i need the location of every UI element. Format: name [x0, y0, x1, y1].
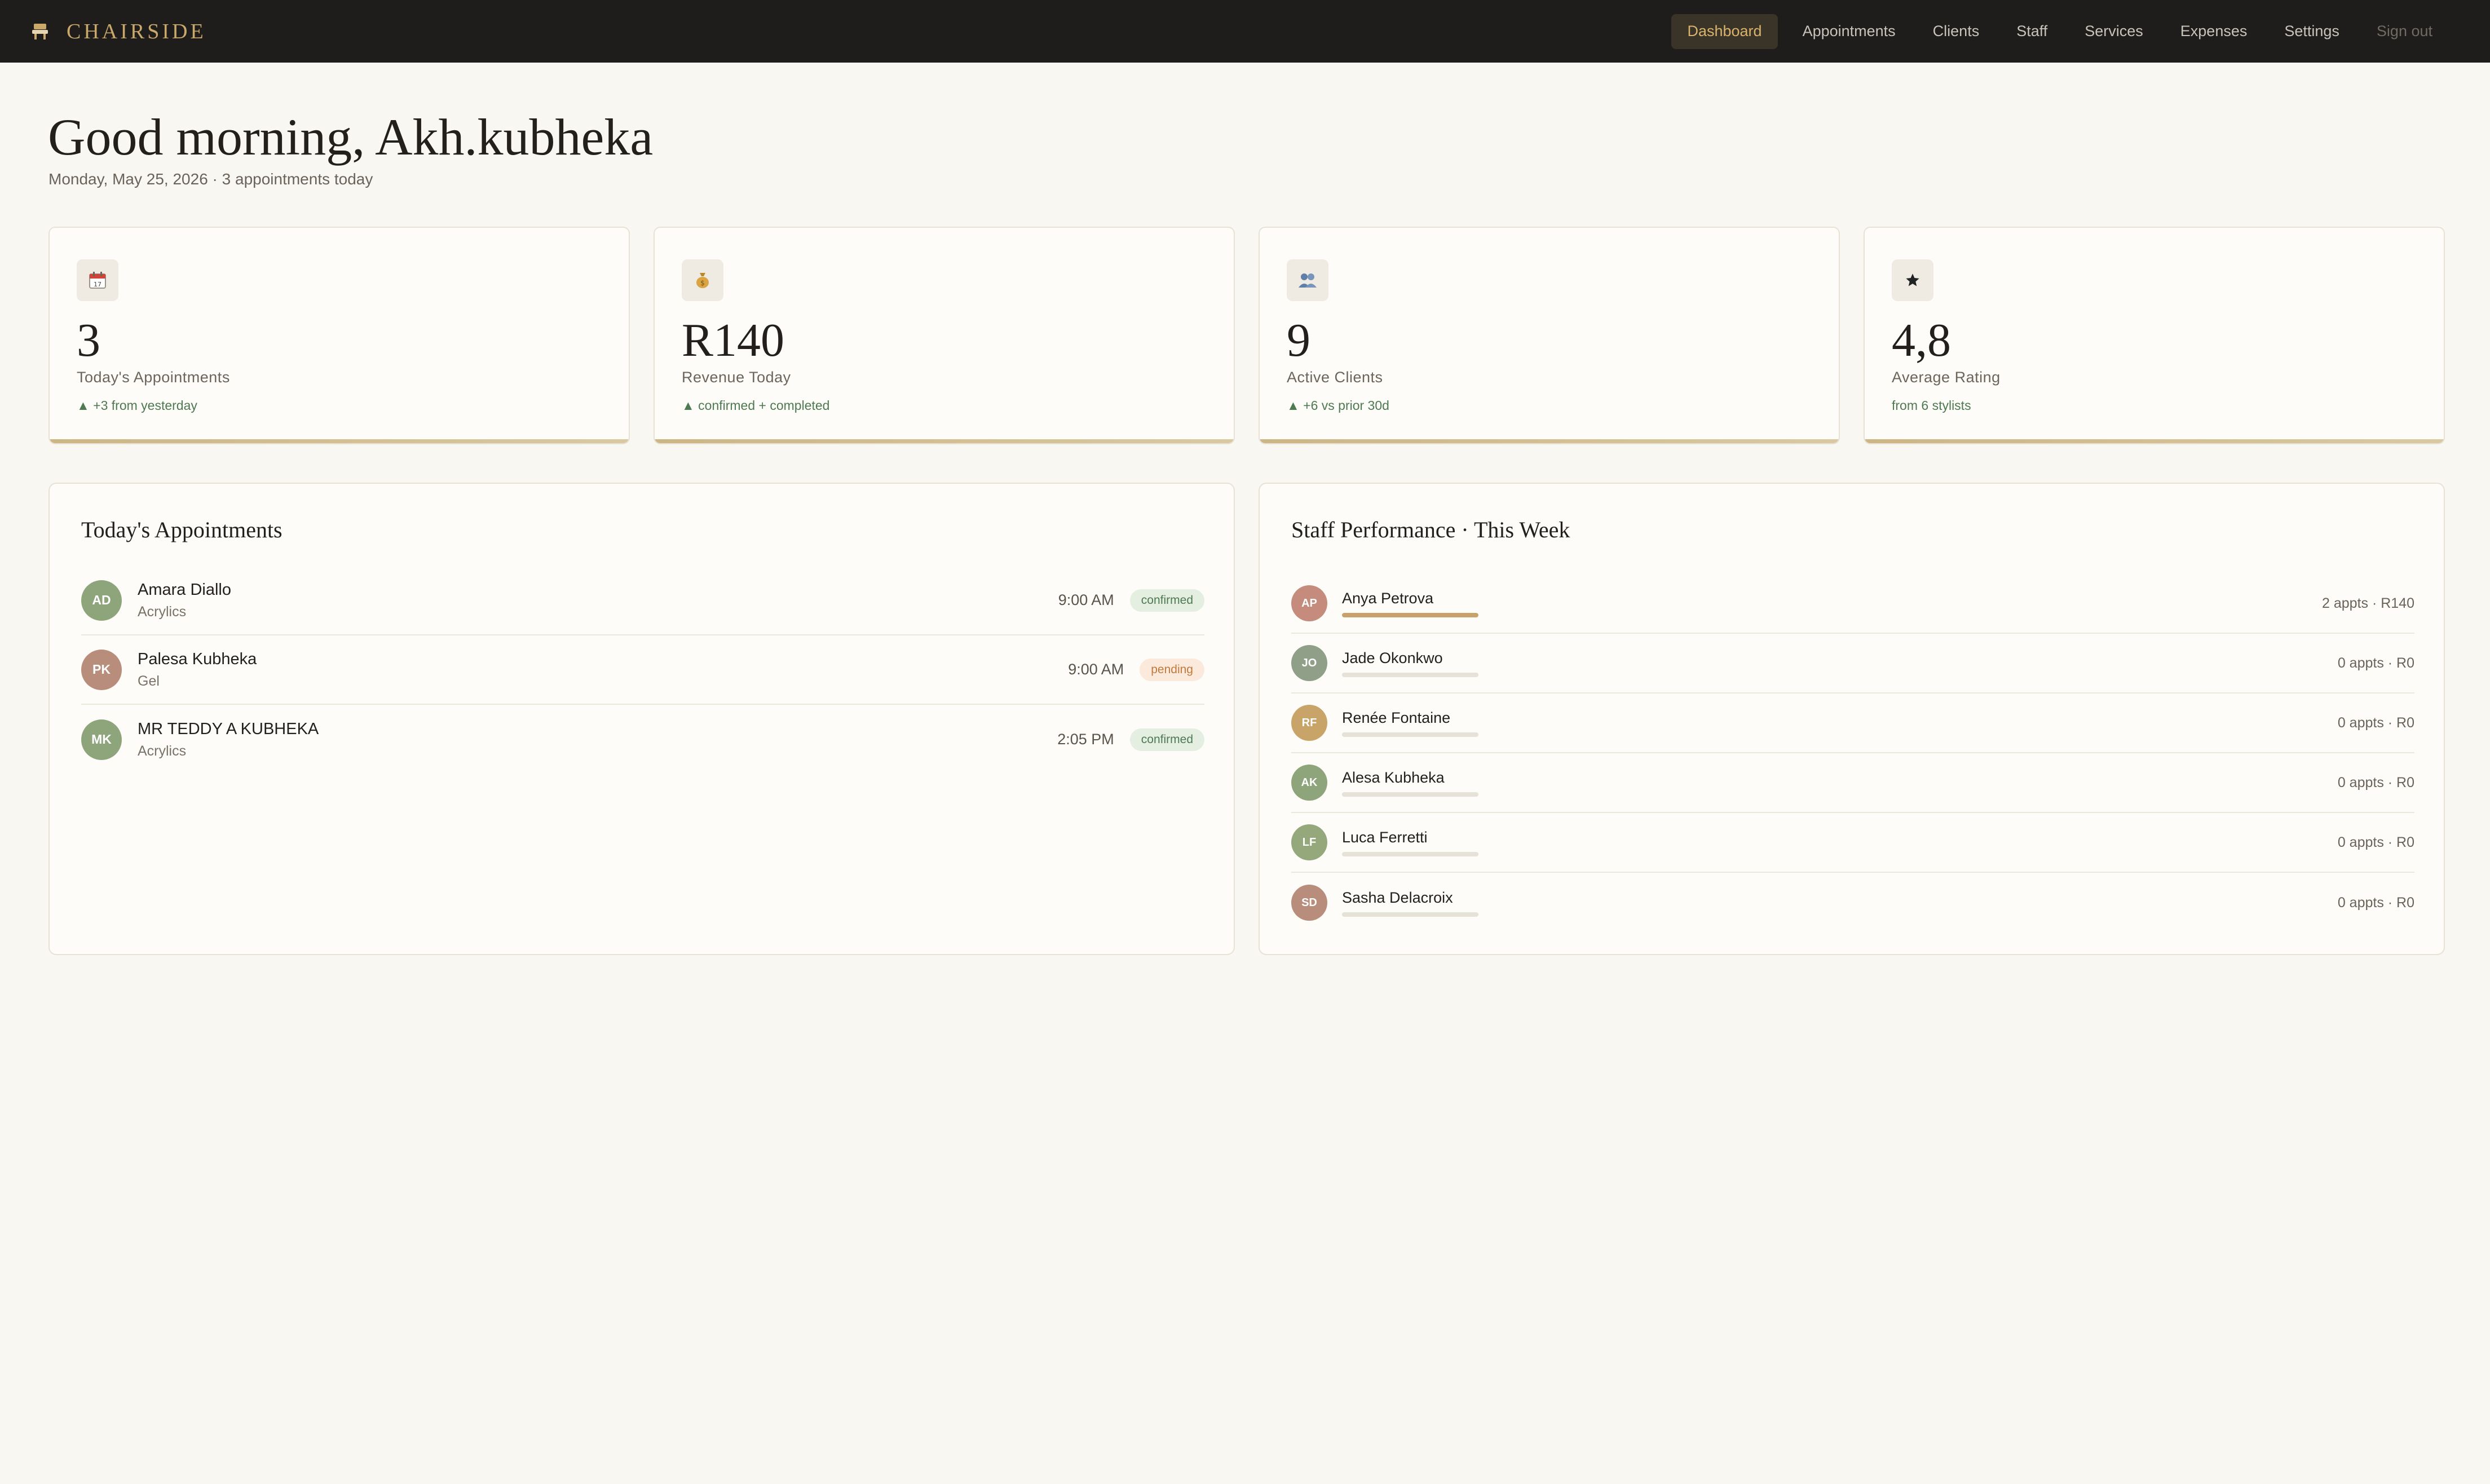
page-title: Good morning, Akh.kubheka — [48, 108, 654, 166]
staff-avatar: JO — [1291, 645, 1327, 681]
staff-performance-panel: Staff Performance · This Week AP Anya Pe… — [1259, 483, 2445, 955]
date-summary: Monday, May 25, 2026 · 3 appointments to… — [48, 170, 373, 188]
staff-name: Anya Petrova — [1342, 589, 1434, 607]
service-name: Acrylics — [138, 743, 187, 759]
nav-appointments[interactable]: Appointments — [1785, 14, 1914, 49]
staff-list: AP Anya Petrova 2 appts · R140 JO Jade O… — [1291, 574, 2414, 933]
staff-row[interactable]: JO Jade Okonkwo 0 appts · R0 — [1291, 634, 2414, 694]
status-badge: pending — [1140, 658, 1204, 681]
client-avatar: PK — [81, 649, 122, 690]
staff-avatar: AK — [1291, 765, 1327, 801]
staff-stat: 0 appts · R0 — [2337, 714, 2414, 731]
staff-stat: 0 appts · R0 — [2337, 774, 2414, 790]
panel-title: Staff Performance · This Week — [1291, 517, 1570, 542]
staff-stat: 0 appts · R0 — [2337, 834, 2414, 850]
staff-avatar: LF — [1291, 824, 1327, 860]
appointments-list: AD Amara Diallo Acrylics 9:00 AM confirm… — [81, 566, 1204, 774]
stat-note: ▲ +6 vs prior 30d — [1287, 398, 1389, 413]
status-badge: confirmed — [1129, 589, 1204, 612]
status-badge: confirmed — [1129, 728, 1204, 751]
performance-bar — [1342, 792, 1478, 797]
stat-card-appointments: 17 3 Today's Appointments ▲ +3 from yest… — [48, 227, 630, 444]
stat-label: Revenue Today — [682, 369, 791, 386]
stat-note: ▲ confirmed + completed — [682, 398, 830, 413]
stat-label: Average Rating — [1892, 369, 2001, 386]
stat-value: 9 — [1287, 314, 1310, 366]
nav-settings[interactable]: Settings — [2266, 14, 2357, 49]
appointment-time: 9:00 AM — [1058, 591, 1114, 608]
stat-value: 4,8 — [1892, 314, 1951, 366]
sign-out-link[interactable]: Sign out — [2359, 14, 2451, 49]
nav-dashboard[interactable]: Dashboard — [1671, 14, 1778, 49]
panel-title: Today's Appointments — [81, 517, 282, 542]
staff-stat: 0 appts · R0 — [2337, 655, 2414, 671]
stat-note: from 6 stylists — [1892, 398, 1971, 413]
appointment-time: 9:00 AM — [1068, 661, 1124, 678]
chair-icon — [29, 21, 51, 42]
service-name: Acrylics — [138, 603, 187, 620]
performance-bar — [1342, 732, 1478, 737]
stat-value: 3 — [77, 314, 100, 366]
staff-row[interactable]: RF Renée Fontaine 0 appts · R0 — [1291, 694, 2414, 753]
client-name: Amara Diallo — [138, 580, 231, 599]
client-name: Palesa Kubheka — [138, 650, 257, 668]
staff-name: Alesa Kubheka — [1342, 768, 1445, 786]
staff-row[interactable]: SD Sasha Delacroix 0 appts · R0 — [1291, 873, 2414, 933]
staff-row[interactable]: AK Alesa Kubheka 0 appts · R0 — [1291, 753, 2414, 813]
client-avatar: AD — [81, 580, 122, 621]
main-nav: Dashboard Appointments Clients Staff Ser… — [1670, 0, 2451, 63]
calendar-icon: 17 — [77, 259, 118, 301]
stat-card-clients: 9 Active Clients ▲ +6 vs prior 30d — [1259, 227, 1840, 444]
svg-text:17: 17 — [94, 281, 101, 288]
stats-row: 17 3 Today's Appointments ▲ +3 from yest… — [48, 227, 2445, 444]
stat-card-rating: 4,8 Average Rating from 6 stylists — [1864, 227, 2445, 444]
staff-name: Luca Ferretti — [1342, 828, 1428, 846]
staff-avatar: SD — [1291, 885, 1327, 921]
stat-label: Active Clients — [1287, 369, 1383, 386]
appointment-row[interactable]: PK Palesa Kubheka Gel 9:00 AM pending — [81, 635, 1204, 705]
appointment-time: 2:05 PM — [1057, 731, 1114, 748]
staff-row[interactable]: LF Luca Ferretti 0 appts · R0 — [1291, 813, 2414, 873]
staff-stat: 2 appts · R140 — [2322, 595, 2414, 611]
appointment-row[interactable]: AD Amara Diallo Acrylics 9:00 AM confirm… — [81, 566, 1204, 635]
service-name: Gel — [138, 673, 160, 689]
performance-bar — [1342, 912, 1478, 917]
star-icon — [1892, 259, 1933, 301]
brand-name: CHAIRSIDE — [67, 19, 206, 43]
nav-clients[interactable]: Clients — [1915, 14, 1998, 49]
performance-bar — [1342, 851, 1478, 856]
stat-card-revenue: $ R140 Revenue Today ▲ confirmed + compl… — [654, 227, 1235, 444]
client-avatar: MK — [81, 719, 122, 760]
client-name: MR TEDDY A KUBHEKA — [138, 719, 319, 738]
nav-services[interactable]: Services — [2067, 14, 2161, 49]
performance-bar-fill — [1342, 612, 1478, 617]
nav-expenses[interactable]: Expenses — [2162, 14, 2266, 49]
staff-row[interactable]: AP Anya Petrova 2 appts · R140 — [1291, 574, 2414, 634]
people-icon — [1287, 259, 1328, 301]
appointment-row[interactable]: MK MR TEDDY A KUBHEKA Acrylics 2:05 PM c… — [81, 705, 1204, 774]
staff-name: Jade Okonkwo — [1342, 649, 1443, 666]
brand[interactable]: CHAIRSIDE — [29, 0, 206, 63]
nav-staff[interactable]: Staff — [1998, 14, 2065, 49]
staff-stat: 0 appts · R0 — [2337, 894, 2414, 911]
stat-value: R140 — [682, 314, 785, 366]
stat-label: Today's Appointments — [77, 369, 230, 386]
svg-text:$: $ — [700, 279, 705, 287]
money-bag-icon: $ — [682, 259, 723, 301]
top-navigation-bar: CHAIRSIDE Dashboard Appointments Clients… — [0, 0, 2490, 63]
performance-bar — [1342, 672, 1478, 677]
staff-name: Renée Fontaine — [1342, 709, 1451, 726]
staff-avatar: RF — [1291, 705, 1327, 741]
staff-name: Sasha Delacroix — [1342, 889, 1453, 906]
performance-bar — [1342, 612, 1478, 617]
staff-avatar: AP — [1291, 585, 1327, 621]
stat-note: ▲ +3 from yesterday — [77, 398, 197, 413]
todays-appointments-panel: Today's Appointments AD Amara Diallo Acr… — [48, 483, 1235, 955]
